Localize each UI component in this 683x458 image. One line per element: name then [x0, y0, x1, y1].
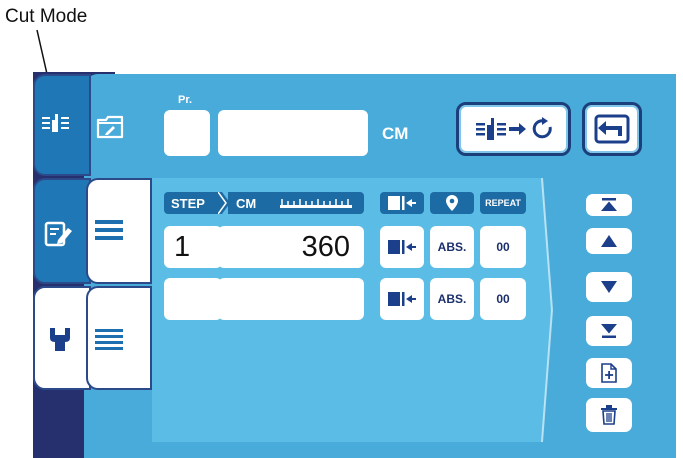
header-step: STEP: [164, 192, 220, 214]
edit-note-icon: [44, 220, 74, 248]
row2-value-cell[interactable]: [218, 278, 364, 320]
cut-cycle-button[interactable]: [456, 102, 571, 156]
add-step-icon: [601, 363, 617, 383]
down-button[interactable]: [586, 272, 632, 302]
program-number-field[interactable]: [164, 110, 210, 156]
back-icon: [594, 114, 630, 144]
ruler-icon: [280, 198, 352, 208]
folder-button[interactable]: [86, 96, 136, 160]
row1-pusher-button[interactable]: [380, 226, 424, 268]
pusher-icon: [387, 290, 417, 308]
row1-value-cell[interactable]: 360: [218, 226, 364, 268]
row1-repeat[interactable]: 00: [480, 226, 526, 268]
header-cm: CM: [228, 192, 364, 214]
header-repeat: REPEAT: [480, 192, 526, 214]
program-name-field[interactable]: [218, 110, 368, 156]
program-label: Pr.: [178, 94, 193, 106]
up-icon: [601, 235, 617, 247]
last-icon: [600, 324, 618, 338]
unit-label: CM: [382, 124, 409, 143]
cut-cycle-icon: [474, 115, 554, 143]
row2-repeat[interactable]: 00: [480, 278, 526, 320]
header-cm-label: CM: [236, 195, 257, 211]
row1-step: 1: [174, 230, 191, 263]
delete-button[interactable]: [586, 398, 632, 432]
pusher-icon: [387, 238, 417, 256]
header-pusher: [380, 192, 424, 214]
row1-step-cell[interactable]: 1: [164, 226, 222, 268]
panel-chevron: [528, 178, 554, 442]
add-step-button[interactable]: [586, 358, 632, 388]
wrench-icon: [47, 326, 73, 352]
list-icon: [95, 218, 123, 242]
pusher-icon: [387, 195, 417, 211]
cut-mode-annotation: Cut Mode: [5, 6, 88, 27]
row2-mode[interactable]: ABS.: [430, 278, 474, 320]
last-button[interactable]: [586, 316, 632, 346]
delete-icon: [601, 405, 617, 425]
folder-edit-icon: [96, 114, 124, 140]
tab-cut-mode[interactable]: [33, 74, 91, 176]
row1-mode[interactable]: ABS.: [430, 226, 474, 268]
tab-settings[interactable]: [33, 286, 91, 390]
row2-pusher-button[interactable]: [380, 278, 424, 320]
back-button[interactable]: [582, 102, 642, 156]
tab-list-dense[interactable]: [86, 286, 152, 390]
up-button[interactable]: [586, 228, 632, 254]
tab-list-view[interactable]: [86, 178, 152, 284]
location-pin-icon: [445, 194, 459, 212]
list-dense-icon: [95, 328, 123, 352]
row2-step-cell[interactable]: [164, 278, 222, 320]
header-position: [430, 192, 474, 214]
row1-value: 360: [301, 230, 350, 263]
cut-mode-icon: [41, 112, 77, 134]
down-icon: [601, 281, 617, 293]
first-icon: [600, 198, 618, 212]
tab-edit-program[interactable]: [33, 178, 91, 284]
first-button[interactable]: [586, 194, 632, 216]
